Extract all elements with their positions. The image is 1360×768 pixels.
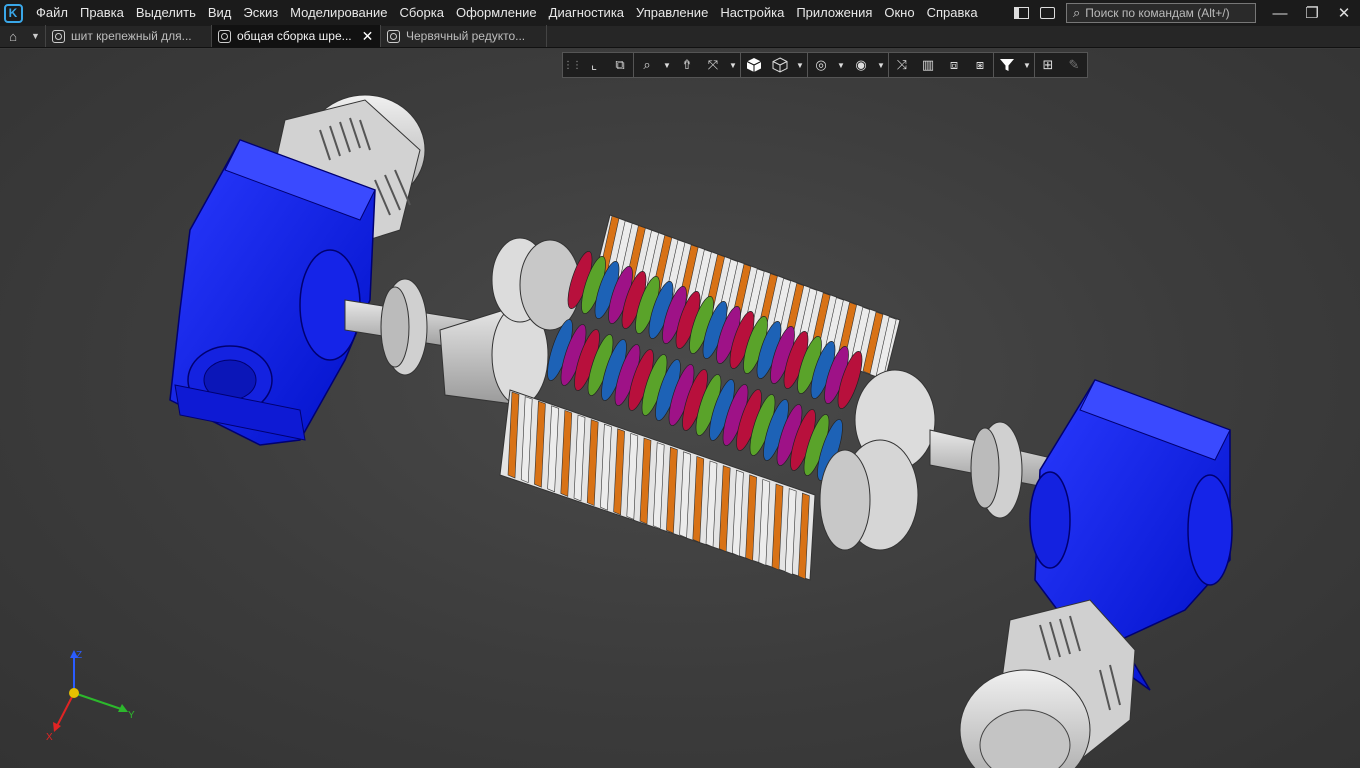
wireframe-cube-icon[interactable] [767, 53, 793, 77]
x-axis-label: X [46, 732, 53, 743]
left-gearbox[interactable] [169, 139, 376, 446]
restore-button[interactable]: ❐ [1296, 0, 1328, 26]
constraints-icon[interactable]: ⤨ [889, 53, 915, 77]
menu-settings[interactable]: Настройка [714, 0, 790, 26]
assembly-doc-icon [218, 29, 231, 43]
left-drive-shaft[interactable] [344, 237, 581, 406]
tab-general-assembly[interactable]: общая сборка шре... ✕ [212, 25, 381, 47]
tab-label: общая сборка шре... [237, 29, 352, 43]
screenshot-icon[interactable] [1034, 0, 1060, 26]
menu-appearance[interactable]: Оформление [450, 0, 543, 26]
right-drive-shaft[interactable] [819, 369, 1061, 551]
display-dropdown-icon[interactable]: ▼ [793, 53, 807, 77]
menu-assembly[interactable]: Сборка [393, 0, 450, 26]
orientation-icon[interactable]: ⌞ [581, 53, 607, 77]
tab-fastener-panel[interactable]: шит крепежный для... [46, 25, 212, 47]
pan-icon[interactable]: ⇮ [674, 53, 700, 77]
menu-bar: K Файл Правка Выделить Вид Эскиз Моделир… [0, 0, 1360, 26]
assembly-model[interactable] [0, 49, 1360, 768]
command-search-input[interactable]: ⌕ Поиск по командам (Alt+/) [1066, 3, 1256, 23]
x-axis-line [55, 692, 75, 729]
menu-control[interactable]: Управление [630, 0, 714, 26]
axis-triad: Z Y X [46, 650, 135, 743]
search-icon: ⌕ [1073, 5, 1081, 20]
layers-icon[interactable]: ⧆ [967, 53, 993, 77]
menu-items: Файл Правка Выделить Вид Эскиз Моделиров… [30, 0, 984, 26]
menu-window[interactable]: Окно [878, 0, 920, 26]
hide-eye-icon[interactable]: ◎ [808, 53, 834, 77]
rotate-dropdown-icon[interactable]: ▼ [726, 53, 740, 77]
app-window: K Файл Правка Выделить Вид Эскиз Моделир… [0, 0, 1360, 768]
shaded-cube-icon[interactable] [741, 53, 767, 77]
tab-close-icon[interactable]: ✕ [362, 28, 374, 45]
panel-toggle-icon[interactable] [1008, 0, 1034, 26]
x-axis-arrow [53, 722, 61, 732]
tab-label: Червячный редукто... [406, 29, 526, 43]
measure-icon[interactable]: ⊞ [1035, 53, 1061, 77]
tab-label: шит крепежный для... [71, 29, 192, 43]
y-axis-label: Y [128, 710, 135, 721]
right-electric-motor[interactable] [959, 599, 1136, 768]
minimize-button[interactable]: — [1264, 0, 1296, 26]
assembly-doc-icon [387, 29, 400, 43]
z-axis-label: Z [76, 650, 82, 661]
explode-icon[interactable]: ⧈ [941, 53, 967, 77]
menu-applications[interactable]: Приложения [790, 0, 878, 26]
hide-dropdown-icon[interactable]: ▼ [834, 53, 848, 77]
home-icon[interactable]: ⌂ [0, 25, 26, 47]
menu-edit[interactable]: Правка [74, 0, 130, 26]
eyedropper-icon[interactable]: ✎ [1061, 53, 1087, 77]
toolbar-grip-icon[interactable]: ⋮⋮ [563, 53, 582, 77]
menu-right-controls: ⌕ Поиск по командам (Alt+/) — ❐ ✕ [1008, 0, 1360, 26]
tabs-dropdown-icon[interactable]: ▼ [26, 25, 46, 47]
show-dropdown-icon[interactable]: ▼ [874, 53, 888, 77]
zoom-dropdown-icon[interactable]: ▼ [660, 53, 674, 77]
view-toolbar: ⋮⋮ ⌞ ⧉ ⌕ ▼ ⇮ ⤧ ▼ ▼ ◎ ▼ ◉ ▼ ⤨ ▥ ⧈ ⧆ ▼ ⊞ ✎ [562, 52, 1088, 78]
normal-to-icon[interactable]: ⧉ [607, 53, 633, 77]
document-tab-bar: ⌂ ▼ шит крепежный для... общая сборка шр… [0, 25, 1360, 48]
menu-view[interactable]: Вид [202, 0, 238, 26]
assembly-doc-icon [52, 29, 65, 43]
filter-dropdown-icon[interactable]: ▼ [1020, 53, 1034, 77]
menu-diagnostics[interactable]: Диагностика [543, 0, 630, 26]
menu-select[interactable]: Выделить [130, 0, 202, 26]
menu-sketch[interactable]: Эскиз [237, 0, 284, 26]
menu-modeling[interactable]: Моделирование [284, 0, 393, 26]
app-logo-icon[interactable]: K [0, 0, 26, 26]
triad-origin [69, 688, 79, 698]
zoom-icon[interactable]: ⌕ [634, 53, 660, 77]
y-axis-line [73, 692, 125, 711]
tab-worm-gearbox[interactable]: Червячный редукто... [381, 25, 547, 47]
command-search-placeholder: Поиск по командам (Alt+/) [1085, 6, 1230, 20]
show-eye-icon[interactable]: ◉ [848, 53, 874, 77]
close-button[interactable]: ✕ [1328, 0, 1360, 26]
menu-help[interactable]: Справка [921, 0, 984, 26]
menu-file[interactable]: Файл [30, 0, 74, 26]
3d-viewport[interactable]: ⋮⋮ ⌞ ⧉ ⌕ ▼ ⇮ ⤧ ▼ ▼ ◎ ▼ ◉ ▼ ⤨ ▥ ⧈ ⧆ ▼ ⊞ ✎… [0, 49, 1360, 768]
rotate-icon[interactable]: ⤧ [700, 53, 726, 77]
section-icon[interactable]: ▥ [915, 53, 941, 77]
filter-icon[interactable] [994, 53, 1020, 77]
